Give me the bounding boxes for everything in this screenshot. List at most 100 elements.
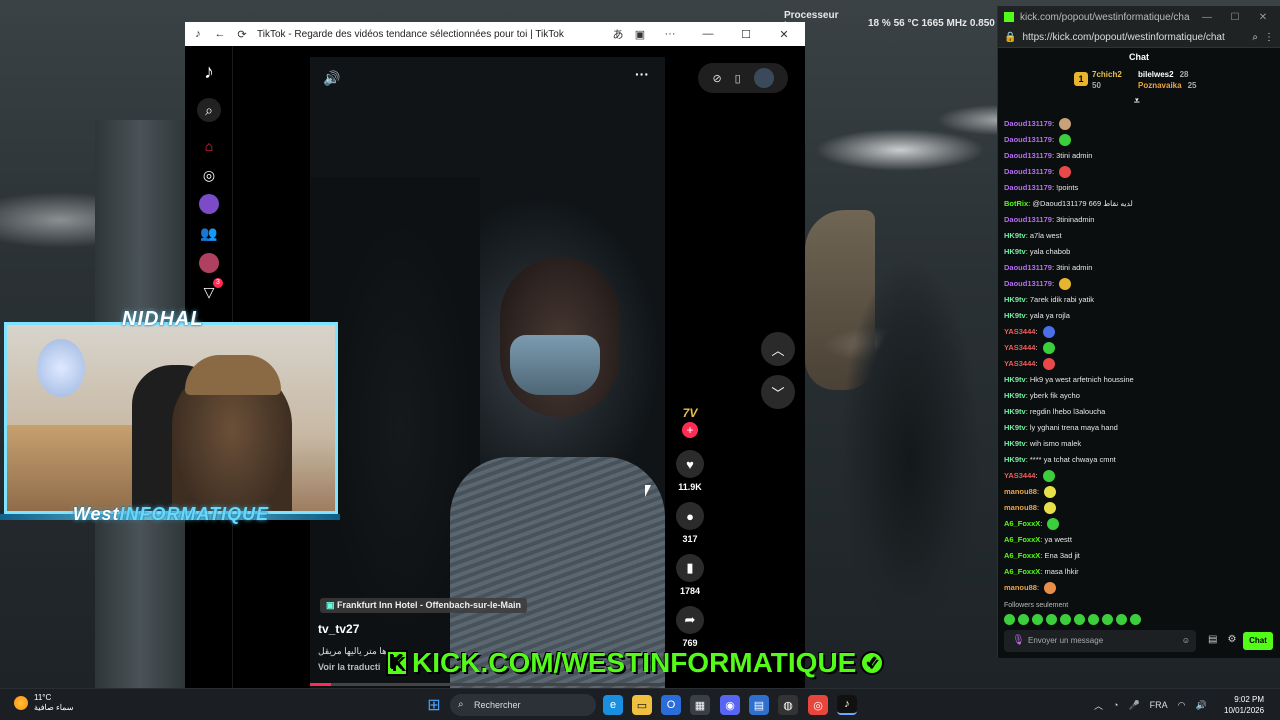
tiktok-logo-icon[interactable]: ♪ xyxy=(197,60,221,84)
chat-username[interactable]: A6_FoxxX xyxy=(1004,535,1040,544)
chat-username[interactable]: Daoud131179 xyxy=(1004,135,1052,144)
microphone-icon[interactable]: 🎤 xyxy=(1128,700,1139,711)
emote-icon[interactable] xyxy=(1032,614,1043,625)
chat-stats-icon[interactable]: ▤ xyxy=(1208,634,1217,645)
chat-username[interactable]: manou88 xyxy=(1004,487,1037,496)
search-icon[interactable]: ⌕ xyxy=(197,98,221,122)
network-icon[interactable]: ◔ xyxy=(1113,700,1118,710)
chat-username[interactable]: YAS3444 xyxy=(1004,343,1035,352)
app-icon[interactable]: ▣ xyxy=(633,28,647,41)
chat-username[interactable]: A6_FoxxX xyxy=(1004,551,1040,560)
chat-username[interactable]: YAS3444 xyxy=(1004,471,1035,480)
minimize-button[interactable]: — xyxy=(693,28,723,40)
chat-username[interactable]: HK9tv xyxy=(1004,311,1026,320)
translate-icon[interactable]: あ xyxy=(611,26,625,42)
see-translation-link[interactable]: Voir la traducti xyxy=(318,662,380,672)
chat-username[interactable]: BotRix xyxy=(1004,199,1028,208)
avatar[interactable] xyxy=(197,192,221,216)
back-icon[interactable]: ← xyxy=(213,28,227,40)
gifter-2[interactable]: bilelwes2 28 xyxy=(1138,70,1188,79)
more-icon[interactable]: ⋮ xyxy=(1264,32,1274,43)
emote-icon[interactable] xyxy=(1046,614,1057,625)
like-button[interactable]: ♥ 11.9K xyxy=(675,450,705,492)
video-progress-bar[interactable] xyxy=(310,683,665,686)
chat-username[interactable]: YAS3444 xyxy=(1004,359,1035,368)
show-hidden-icons-icon[interactable]: ︿ xyxy=(1094,699,1103,712)
live-icon[interactable] xyxy=(197,251,221,275)
video-player[interactable] xyxy=(310,57,665,688)
close-button[interactable]: ✕ xyxy=(1252,12,1274,23)
maximize-button[interactable]: ☐ xyxy=(1224,12,1246,23)
language-indicator[interactable]: FRA xyxy=(1150,700,1168,710)
edge-icon[interactable]: e xyxy=(603,695,623,715)
system-clock[interactable]: 9:02 PM 10/01/2026 xyxy=(1224,694,1264,716)
chat-username[interactable]: HK9tv xyxy=(1004,391,1026,400)
device-icon[interactable]: ▯ xyxy=(735,72,741,85)
follow-plus-icon[interactable]: + xyxy=(682,422,698,438)
next-video-button[interactable]: ﹀ xyxy=(761,375,795,409)
zoom-icon[interactable]: ⌕ xyxy=(1252,32,1258,43)
mic-icon[interactable]: 🎙 xyxy=(1012,630,1025,652)
creator-username[interactable]: tv_tv27 xyxy=(318,622,359,636)
chat-message-input[interactable]: 🎙 Envoyer un message ☺ xyxy=(1004,630,1196,652)
obs-icon[interactable]: ◍ xyxy=(778,695,798,715)
emote-icon[interactable] xyxy=(1004,614,1015,625)
send-chat-button[interactable]: Chat xyxy=(1243,632,1273,650)
chat-username[interactable]: manou88 xyxy=(1004,503,1037,512)
chat-username[interactable]: A6_FoxxX xyxy=(1004,567,1040,576)
chat-username[interactable]: Daoud131179 xyxy=(1004,279,1052,288)
volume-icon[interactable]: 🔊 xyxy=(323,70,340,87)
home-icon[interactable]: ⌂ xyxy=(197,134,221,158)
chat-username[interactable]: Daoud131179 xyxy=(1004,119,1052,128)
chat-username[interactable]: Daoud131179 xyxy=(1004,183,1052,192)
minimize-button[interactable]: — xyxy=(1196,12,1218,23)
collapse-icon[interactable]: ⩡ xyxy=(1134,96,1140,107)
emote-icon[interactable] xyxy=(1088,614,1099,625)
save-button[interactable]: ▮ 1784 xyxy=(675,554,705,596)
share-button[interactable]: ➦ 769 xyxy=(675,606,705,648)
emote-icon[interactable] xyxy=(1130,614,1141,625)
tiktok-taskbar-icon[interactable]: ♪ xyxy=(837,695,857,715)
notepad-icon[interactable]: ▤ xyxy=(749,695,769,715)
wifi-icon[interactable]: ◠ xyxy=(1178,700,1186,711)
compass-icon[interactable]: ⊘ xyxy=(712,72,721,85)
chat-username[interactable]: Daoud131179 xyxy=(1004,167,1052,176)
outlook-icon[interactable]: O xyxy=(661,695,681,715)
location-tag[interactable]: ▣ Frankfurt Inn Hotel - Offenbach-sur-le… xyxy=(320,598,528,613)
chat-username[interactable]: HK9tv xyxy=(1004,231,1026,240)
explore-icon[interactable]: ◎ xyxy=(197,163,221,187)
inbox-icon[interactable]: ▽ 3 xyxy=(197,278,223,304)
start-menu-icon[interactable]: ⊞ xyxy=(424,695,444,715)
chat-username[interactable]: Daoud131179 xyxy=(1004,263,1052,272)
previous-video-button[interactable]: ︿ xyxy=(761,332,795,366)
taskbar-search[interactable]: ⌕ Rechercher xyxy=(450,694,596,716)
emote-icon[interactable] xyxy=(1116,614,1127,625)
emote-icon[interactable] xyxy=(1074,614,1085,625)
chat-username[interactable]: HK9tv xyxy=(1004,407,1026,416)
volume-icon[interactable]: 🔊 xyxy=(1196,700,1207,711)
chat-username[interactable]: HK9tv xyxy=(1004,439,1026,448)
emote-icon[interactable] xyxy=(1060,614,1071,625)
file-explorer-icon[interactable]: ▭ xyxy=(632,695,652,715)
discord-icon[interactable]: ◉ xyxy=(720,695,740,715)
chat-username[interactable]: A6_FoxxX xyxy=(1004,519,1040,528)
chat-username[interactable]: Daoud131179 xyxy=(1004,215,1052,224)
emote-icon[interactable] xyxy=(1018,614,1029,625)
more-options-icon[interactable]: ··· xyxy=(635,66,649,82)
close-button[interactable]: ✕ xyxy=(769,28,799,41)
more-icon[interactable]: ··· xyxy=(655,28,685,40)
refresh-icon[interactable]: ⟳ xyxy=(235,28,249,41)
store-icon[interactable]: ▦ xyxy=(690,695,710,715)
address-bar[interactable]: 🔒 https://kick.com/popout/westinformatiq… xyxy=(998,28,1280,48)
gifter-1-name[interactable]: 7chich2 xyxy=(1092,70,1122,79)
chat-username[interactable]: HK9tv xyxy=(1004,375,1026,384)
chrome-icon[interactable]: ◎ xyxy=(808,695,828,715)
chat-username[interactable]: manou88 xyxy=(1004,583,1037,592)
following-icon[interactable]: 👥 xyxy=(197,221,221,245)
emote-icon[interactable] xyxy=(1102,614,1113,625)
comment-button[interactable]: ● 317 xyxy=(675,502,705,544)
maximize-button[interactable]: ☐ xyxy=(731,28,761,41)
chat-username[interactable]: HK9tv xyxy=(1004,247,1026,256)
emoji-icon[interactable]: ☺ xyxy=(1182,630,1190,652)
chat-username[interactable]: YAS3444 xyxy=(1004,327,1035,336)
